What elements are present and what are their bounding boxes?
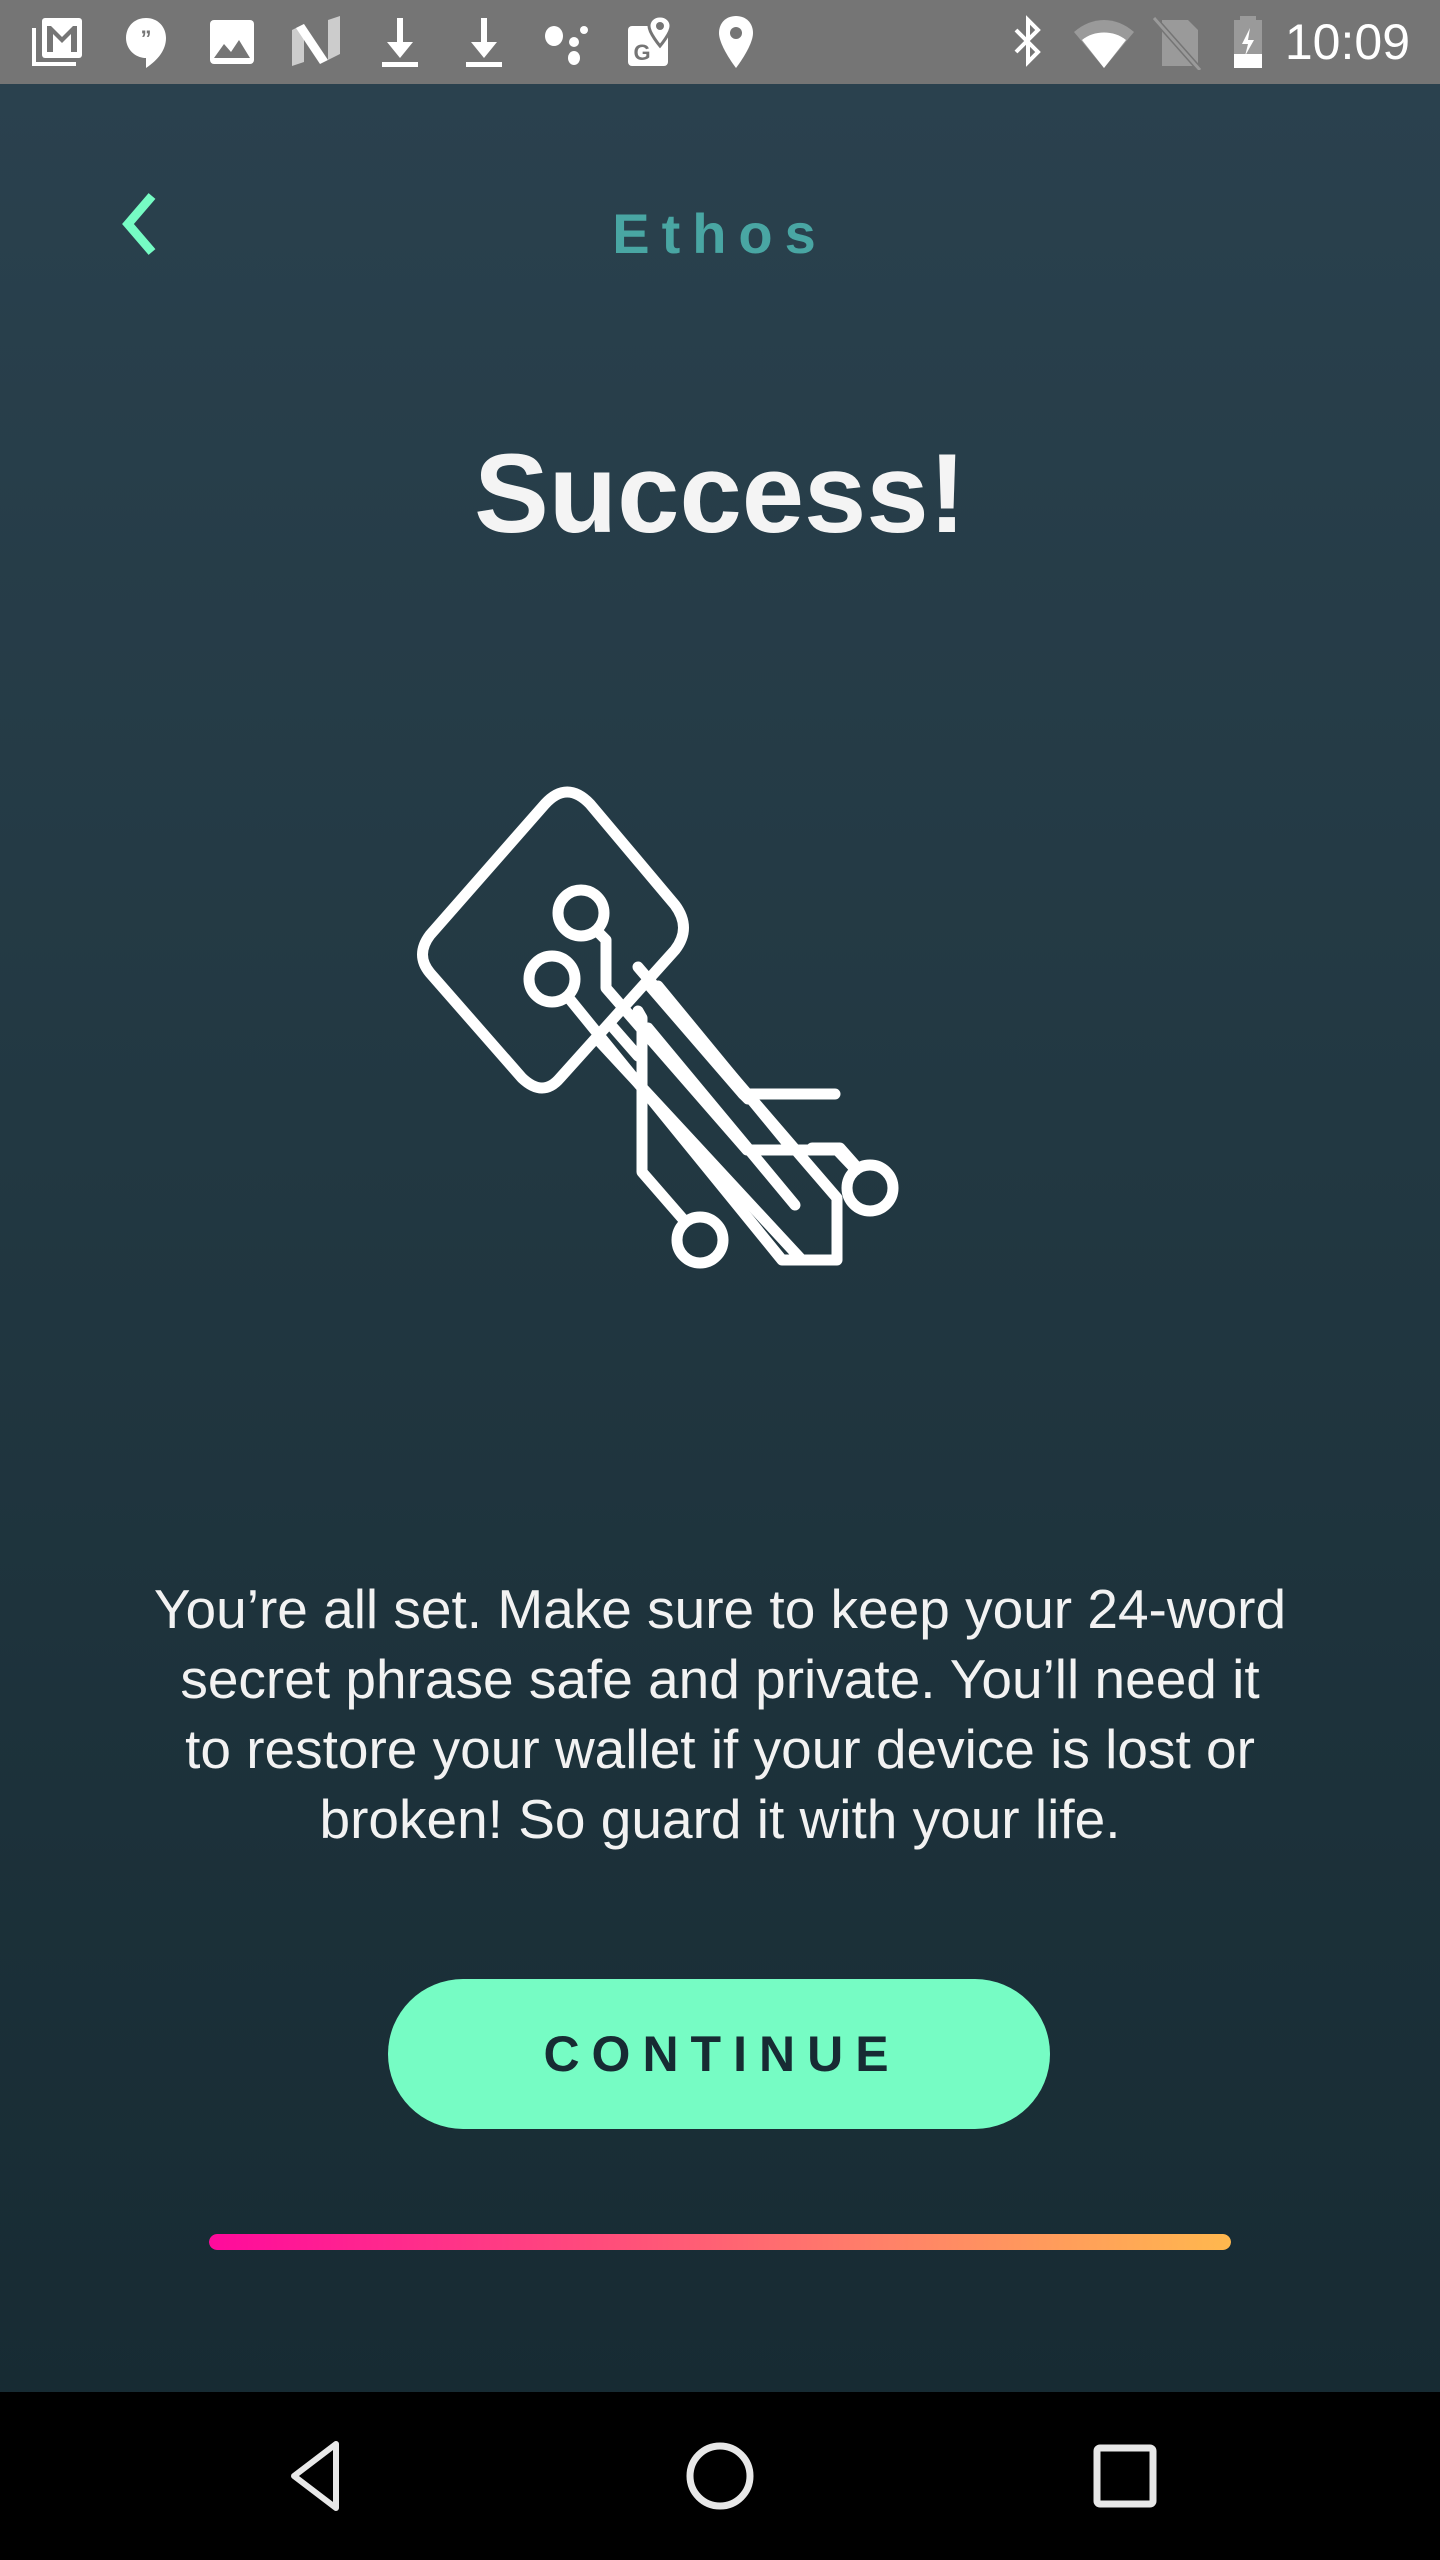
app-title: Ethos xyxy=(612,202,828,265)
bluetooth-icon xyxy=(1014,15,1041,67)
progress-bar xyxy=(209,2234,1231,2250)
circuit-key-icon xyxy=(417,786,899,1269)
system-nav-bar xyxy=(0,2392,1440,2560)
svg-text:”: ” xyxy=(141,26,152,51)
page-title: Success! xyxy=(474,431,966,556)
recents-square-icon xyxy=(1093,2444,1157,2508)
gmail-icon xyxy=(32,18,82,66)
nav-home-button[interactable] xyxy=(670,2426,770,2526)
assistant-dots-icon xyxy=(545,26,588,65)
nav-recents-button[interactable] xyxy=(1075,2426,1175,2526)
progress-fill xyxy=(209,2234,1231,2250)
no-sim-icon xyxy=(1151,16,1203,70)
google-maps-icon: G xyxy=(628,14,673,66)
continue-button[interactable]: CONTINUE xyxy=(388,1979,1050,2129)
n-app-icon xyxy=(292,16,340,66)
status-bar: ” G 10:09 xyxy=(0,0,1440,84)
location-pin-icon xyxy=(719,16,753,68)
status-time: 10:09 xyxy=(1284,14,1410,70)
download-icon xyxy=(382,18,418,67)
app-screen: Ethos Success! You’re all set. Make sure… xyxy=(0,84,1440,2392)
success-message: You’re all set. Make sure to keep your 2… xyxy=(153,1578,1287,1850)
download-icon xyxy=(466,18,502,67)
hangouts-icon: ” xyxy=(126,18,166,68)
home-circle-icon xyxy=(686,2442,754,2510)
svg-text:G: G xyxy=(633,40,650,65)
nav-back-button[interactable] xyxy=(268,2426,368,2526)
photos-icon xyxy=(210,20,254,64)
back-triangle-icon xyxy=(291,2441,339,2511)
battery-charging-icon xyxy=(1234,16,1262,68)
wifi-icon xyxy=(1074,20,1134,68)
